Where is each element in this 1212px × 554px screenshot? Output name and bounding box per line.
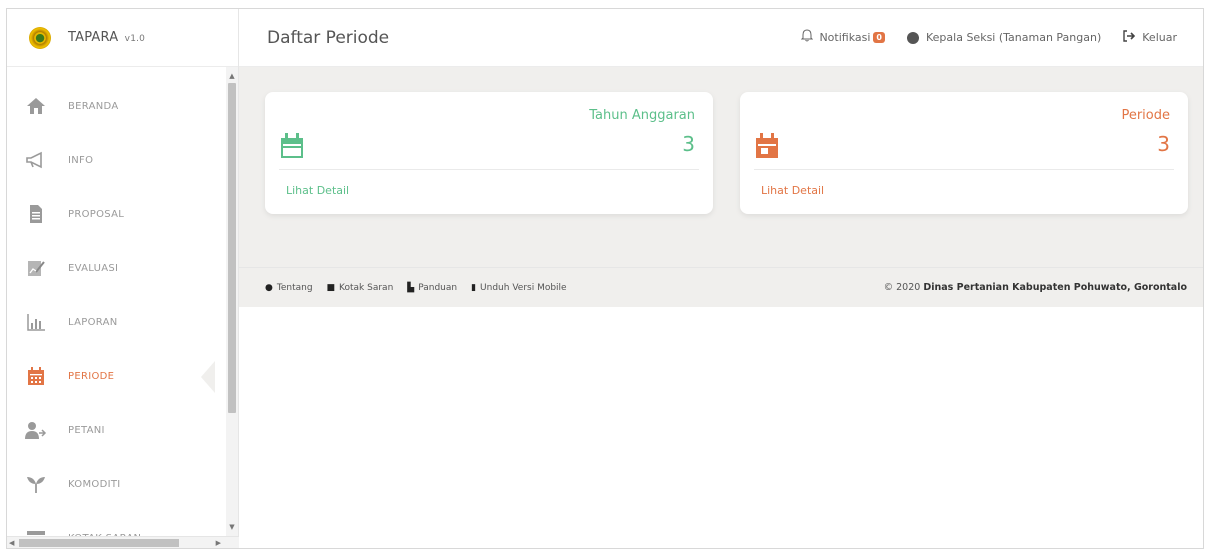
scroll-up-icon[interactable]: ▲ [226,69,238,83]
sidebar-item-label: INFO [68,154,94,166]
top-header: Daftar Periode Notifikasi 0 Kepala Seksi… [239,9,1203,67]
sidebar-item-label: PROPOSAL [68,208,125,220]
notifications-label: Notifikasi [819,31,871,44]
sprout-icon [24,473,48,495]
scroll-down-icon[interactable]: ▼ [226,520,238,534]
calendar-icon [279,132,305,164]
card-value: 3 [1157,132,1170,156]
sidebar: ● TAPARA v1.0 BERANDA INFO PROPOSAL EVAL… [7,9,239,548]
sidebar-horizontal-scrollbar[interactable]: ◀ ▶ [7,536,239,548]
footer-link-label: Tentang [276,282,313,293]
logo-icon: ● [29,26,51,49]
logout-button[interactable]: Keluar [1123,29,1177,46]
card-divider [279,169,699,170]
mobile-icon: ▮ [471,282,477,293]
megaphone-icon [24,149,48,171]
sidebar-item-komoditi[interactable]: KOMODITI [7,457,227,511]
stat-card-periode: Periode 3 Lihat Detail [740,92,1188,214]
header-actions: Notifikasi 0 Kepala Seksi (Tanaman Panga… [779,29,1177,46]
footer-link-kotak-saran[interactable]: ■ Kotak Saran [327,283,394,293]
brand-name: TAPARA v1.0 [68,30,146,45]
copyright: © 2020 Dinas Pertanian Kabupaten Pohuwat… [883,282,1187,293]
sidebar-item-periode[interactable]: PERIODE [7,349,227,403]
logout-label: Keluar [1142,31,1177,44]
brand-version: v1.0 [124,34,146,44]
stat-card-tahun-anggaran: Tahun Anggaran 3 Lihat Detail [265,92,713,214]
sidebar-item-label: EVALUASI [68,262,119,274]
home-icon [24,95,48,117]
horizontal-scrollbar-thumb[interactable] [19,539,179,547]
sidebar-item-laporan[interactable]: LAPORAN [7,295,227,349]
sidebar-item-label: BERANDA [68,100,119,112]
app-window: ● TAPARA v1.0 BERANDA INFO PROPOSAL EVAL… [6,8,1204,549]
footer-link-label: Panduan [418,282,458,293]
brand[interactable]: ● TAPARA v1.0 [7,9,238,67]
scroll-right-icon[interactable]: ▶ [216,537,221,548]
bell-icon [801,29,814,46]
sign-out-icon [1123,29,1136,46]
calendar-icon [24,365,48,387]
notifications-button[interactable]: Notifikasi 0 [801,29,885,46]
calendar-icon [754,132,780,164]
inbox-icon: ■ [326,282,336,293]
page-title: Daftar Periode [267,27,390,48]
chart-pen-icon [24,257,48,279]
sidebar-item-proposal[interactable]: PROPOSAL [7,187,227,241]
sidebar-nav: BERANDA INFO PROPOSAL EVALUASI LAPORAN P… [7,79,227,548]
footer: ● Tentang ■ Kotak Saran ▙ Panduan ▮ Undu… [239,267,1203,307]
footer-link-unduh-mobile[interactable]: ▮ Unduh Versi Mobile [471,283,567,293]
main-content: Tahun Anggaran 3 Lihat Detail Periode 3 … [239,67,1203,307]
scroll-left-icon[interactable]: ◀ [9,537,14,548]
view-detail-link[interactable]: Lihat Detail [286,184,349,197]
footer-link-panduan[interactable]: ▙ Panduan [407,283,457,293]
bar-chart-icon [24,311,48,333]
file-pdf-icon: ▙ [407,282,415,293]
footer-link-label: Unduh Versi Mobile [480,282,567,293]
sidebar-item-info[interactable]: INFO [7,133,227,187]
footer-link-label: Kotak Saran [339,282,394,293]
footer-link-tentang[interactable]: ● Tentang [265,283,313,293]
users-icon [24,419,48,441]
card-title: Periode [1121,108,1170,123]
user-circle-icon [907,31,919,44]
user-role-label: Kepala Seksi (Tanaman Pangan) [926,31,1102,44]
info-circle-icon: ● [265,282,273,293]
sidebar-scrollbar[interactable]: ▲ ▼ [226,67,238,548]
sidebar-item-label: PERIODE [68,370,115,382]
sidebar-item-label: PETANI [68,424,105,436]
sidebar-item-label: KOMODITI [68,478,121,490]
view-detail-link[interactable]: Lihat Detail [761,184,824,197]
notification-count-badge: 0 [873,32,885,43]
scrollbar-thumb[interactable] [228,83,236,413]
copyright-org: Dinas Pertanian Kabupaten Pohuwato, Goro… [923,282,1187,293]
sidebar-item-label: LAPORAN [68,316,118,328]
active-indicator [201,361,215,393]
user-menu[interactable]: Kepala Seksi (Tanaman Pangan) [907,31,1101,44]
sidebar-item-beranda[interactable]: BERANDA [7,79,227,133]
sidebar-item-petani[interactable]: PETANI [7,403,227,457]
document-icon [24,203,48,225]
sidebar-item-evaluasi[interactable]: EVALUASI [7,241,227,295]
card-value: 3 [682,132,695,156]
card-divider [754,169,1174,170]
card-title: Tahun Anggaran [589,108,695,123]
